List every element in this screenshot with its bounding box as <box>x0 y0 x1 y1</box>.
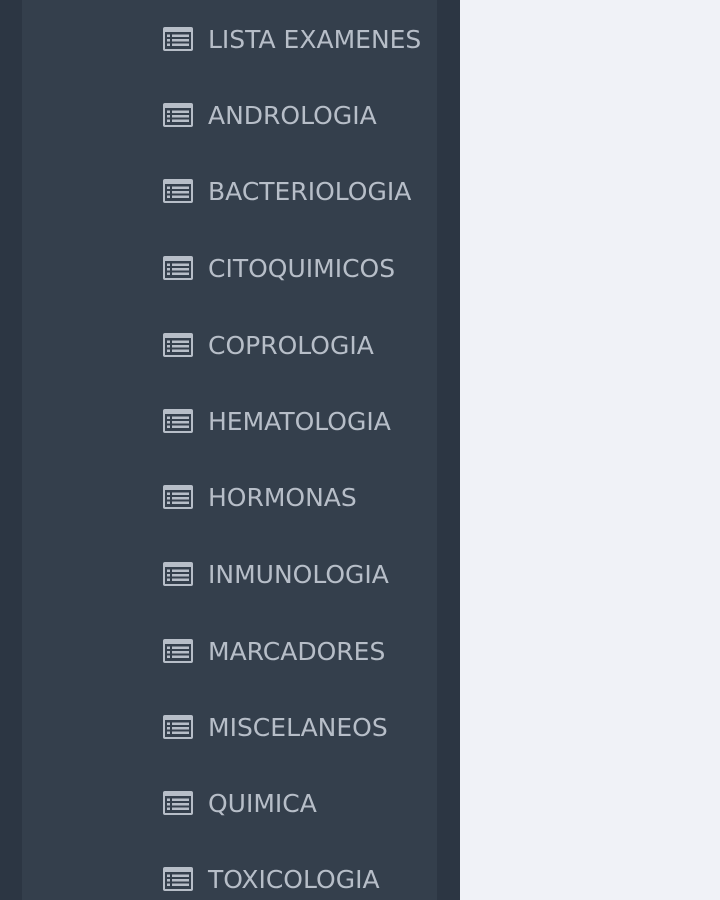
list-alt-icon <box>163 639 193 663</box>
list-alt-icon <box>163 256 193 280</box>
sidebar-item-label: HORMONAS <box>208 483 357 512</box>
sidebar-item-label: CITOQUIMICOS <box>208 254 396 283</box>
sidebar-item-marcadores[interactable]: MARCADORES <box>22 632 437 672</box>
list-alt-icon <box>163 409 193 433</box>
main-content <box>460 0 720 900</box>
sidebar-item-label: COPROLOGIA <box>208 331 374 360</box>
sidebar-item-label: TOXICOLOGIA <box>208 865 380 894</box>
list-alt-icon <box>163 867 193 891</box>
sidebar-item-lista-examenes[interactable]: LISTA EXAMENES <box>22 20 437 60</box>
sidebar-item-toxicologia[interactable]: TOXICOLOGIA <box>22 860 437 900</box>
sidebar-item-label: QUIMICA <box>208 789 317 818</box>
sidebar-item-andrologia[interactable]: ANDROLOGIA <box>22 96 437 136</box>
sidebar-item-miscelaneos[interactable]: MISCELANEOS <box>22 708 437 748</box>
sidebar-item-label: HEMATOLOGIA <box>208 407 391 436</box>
sidebar-item-label: LISTA EXAMENES <box>208 25 422 54</box>
sidebar-item-label: BACTERIOLOGIA <box>208 177 412 206</box>
list-alt-icon <box>163 179 193 203</box>
sidebar-item-hormonas[interactable]: HORMONAS <box>22 478 437 518</box>
sidebar-item-label: ANDROLOGIA <box>208 101 377 130</box>
list-alt-icon <box>163 715 193 739</box>
sidebar: LISTA EXAMENES ANDROLOGIA BACTERIOLOGIA … <box>0 0 460 900</box>
list-alt-icon <box>163 103 193 127</box>
list-alt-icon <box>163 485 193 509</box>
sidebar-item-coprologia[interactable]: COPROLOGIA <box>22 326 437 366</box>
list-alt-icon <box>163 791 193 815</box>
list-alt-icon <box>163 27 193 51</box>
sidebar-item-quimica[interactable]: QUIMICA <box>22 784 437 824</box>
sidebar-item-label: INMUNOLOGIA <box>208 560 389 589</box>
app-root: LISTA EXAMENES ANDROLOGIA BACTERIOLOGIA … <box>0 0 720 900</box>
sidebar-item-label: MARCADORES <box>208 637 386 666</box>
sidebar-item-hematologia[interactable]: HEMATOLOGIA <box>22 402 437 442</box>
sidebar-item-bacteriologia[interactable]: BACTERIOLOGIA <box>22 172 437 212</box>
sidebar-item-citoquimicos[interactable]: CITOQUIMICOS <box>22 249 437 289</box>
sidebar-item-inmunologia[interactable]: INMUNOLOGIA <box>22 555 437 595</box>
sidebar-menu-panel: LISTA EXAMENES ANDROLOGIA BACTERIOLOGIA … <box>22 0 437 900</box>
list-alt-icon <box>163 333 193 357</box>
list-alt-icon <box>163 562 193 586</box>
sidebar-item-label: MISCELANEOS <box>208 713 388 742</box>
